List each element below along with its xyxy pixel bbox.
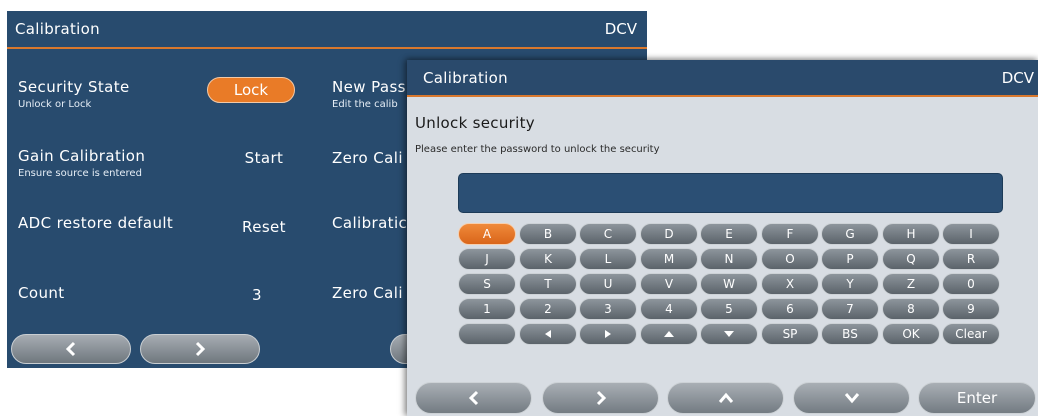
zero-calibration-label: Zero Cali bbox=[332, 149, 403, 167]
key-g[interactable]: G bbox=[821, 223, 879, 245]
dialog-mode-indicator: DCV bbox=[1001, 69, 1034, 87]
key-x[interactable]: X bbox=[761, 273, 819, 295]
enter-button[interactable]: Enter bbox=[918, 382, 1036, 414]
chevron-right-icon bbox=[195, 341, 206, 357]
key-v[interactable]: V bbox=[640, 273, 698, 295]
arrow-left-icon bbox=[545, 330, 551, 338]
key-a[interactable]: A bbox=[458, 223, 516, 245]
enter-label: Enter bbox=[956, 389, 998, 407]
next-button[interactable] bbox=[140, 334, 260, 364]
key-e[interactable]: E bbox=[700, 223, 758, 245]
key-z[interactable]: Z bbox=[882, 273, 940, 295]
key-3[interactable]: 3 bbox=[579, 298, 637, 320]
key-o[interactable]: O bbox=[761, 248, 819, 270]
key-r[interactable]: R bbox=[942, 248, 1000, 270]
gain-calibration-label: Gain Calibration bbox=[18, 147, 146, 165]
chevron-down-icon bbox=[844, 393, 859, 404]
calibration-label: Calibratic bbox=[332, 214, 408, 232]
prev-button[interactable] bbox=[11, 334, 131, 364]
gain-calibration-start-button[interactable]: Start bbox=[219, 149, 309, 167]
adc-reset-button[interactable]: Reset bbox=[219, 218, 309, 236]
dialog-heading: Unlock security bbox=[415, 114, 535, 132]
key-d[interactable]: D bbox=[640, 223, 698, 245]
unlock-security-dialog: Calibration DCV Unlock security Please e… bbox=[407, 60, 1038, 416]
key-t[interactable]: T bbox=[519, 273, 577, 295]
key-c[interactable]: C bbox=[579, 223, 637, 245]
new-password-sublabel: Edit the calib bbox=[332, 99, 398, 110]
key-m[interactable]: M bbox=[640, 248, 698, 270]
password-input[interactable] bbox=[458, 173, 1003, 213]
dialog-up-button[interactable] bbox=[667, 382, 784, 414]
mode-indicator: DCV bbox=[604, 20, 637, 38]
key-left[interactable] bbox=[519, 323, 577, 345]
dialog-prev-button[interactable] bbox=[415, 382, 532, 414]
key-9[interactable]: 9 bbox=[942, 298, 1000, 320]
window-title: Calibration bbox=[15, 20, 100, 38]
security-state-label: Security State bbox=[18, 78, 130, 96]
lock-button[interactable]: Lock bbox=[207, 77, 295, 103]
key-bs[interactable]: BS bbox=[821, 323, 879, 345]
dialog-down-button[interactable] bbox=[793, 382, 910, 414]
key-blank[interactable] bbox=[458, 323, 516, 345]
chevron-right-icon bbox=[596, 390, 606, 406]
key-right[interactable] bbox=[579, 323, 637, 345]
gain-calibration-sublabel: Ensure source is entered bbox=[18, 168, 142, 179]
chevron-left-icon bbox=[65, 341, 76, 357]
key-clear[interactable]: Clear bbox=[942, 323, 1000, 345]
key-up[interactable] bbox=[640, 323, 698, 345]
count-value[interactable]: 3 bbox=[212, 286, 302, 304]
new-password-label: New Pass bbox=[332, 78, 406, 96]
key-y[interactable]: Y bbox=[821, 273, 879, 295]
key-n[interactable]: N bbox=[700, 248, 758, 270]
key-2[interactable]: 2 bbox=[519, 298, 577, 320]
dialog-title: Calibration bbox=[423, 69, 508, 87]
dialog-title-bar: Calibration DCV bbox=[407, 60, 1038, 97]
security-state-sublabel: Unlock or Lock bbox=[18, 99, 92, 110]
key-down[interactable] bbox=[700, 323, 758, 345]
key-h[interactable]: H bbox=[882, 223, 940, 245]
title-bar: Calibration DCV bbox=[7, 11, 647, 49]
key-u[interactable]: U bbox=[579, 273, 637, 295]
key-6[interactable]: 6 bbox=[761, 298, 819, 320]
adc-restore-default-label: ADC restore default bbox=[18, 214, 174, 232]
chevron-up-icon bbox=[718, 392, 733, 403]
key-1[interactable]: 1 bbox=[458, 298, 516, 320]
key-5[interactable]: 5 bbox=[700, 298, 758, 320]
key-l[interactable]: L bbox=[579, 248, 637, 270]
key-f[interactable]: F bbox=[761, 223, 819, 245]
key-q[interactable]: Q bbox=[882, 248, 940, 270]
key-w[interactable]: W bbox=[700, 273, 758, 295]
chevron-left-icon bbox=[468, 390, 478, 406]
arrow-down-icon bbox=[724, 331, 734, 337]
key-p[interactable]: P bbox=[821, 248, 879, 270]
key-k[interactable]: K bbox=[519, 248, 577, 270]
dialog-next-button[interactable] bbox=[542, 382, 659, 414]
key-0[interactable]: 0 bbox=[942, 273, 1000, 295]
key-7[interactable]: 7 bbox=[821, 298, 879, 320]
key-b[interactable]: B bbox=[519, 223, 577, 245]
key-i[interactable]: I bbox=[942, 223, 1000, 245]
key-ok[interactable]: OK bbox=[882, 323, 940, 345]
key-8[interactable]: 8 bbox=[882, 298, 940, 320]
dialog-description: Please enter the password to unlock the … bbox=[415, 144, 660, 155]
count-label: Count bbox=[18, 284, 65, 302]
zero-calibration-label-2: Zero Cali bbox=[332, 284, 403, 302]
arrow-right-icon bbox=[605, 330, 611, 338]
arrow-up-icon bbox=[664, 331, 674, 337]
key-s[interactable]: S bbox=[458, 273, 516, 295]
key-4[interactable]: 4 bbox=[640, 298, 698, 320]
key-sp[interactable]: SP bbox=[761, 323, 819, 345]
key-j[interactable]: J bbox=[458, 248, 516, 270]
